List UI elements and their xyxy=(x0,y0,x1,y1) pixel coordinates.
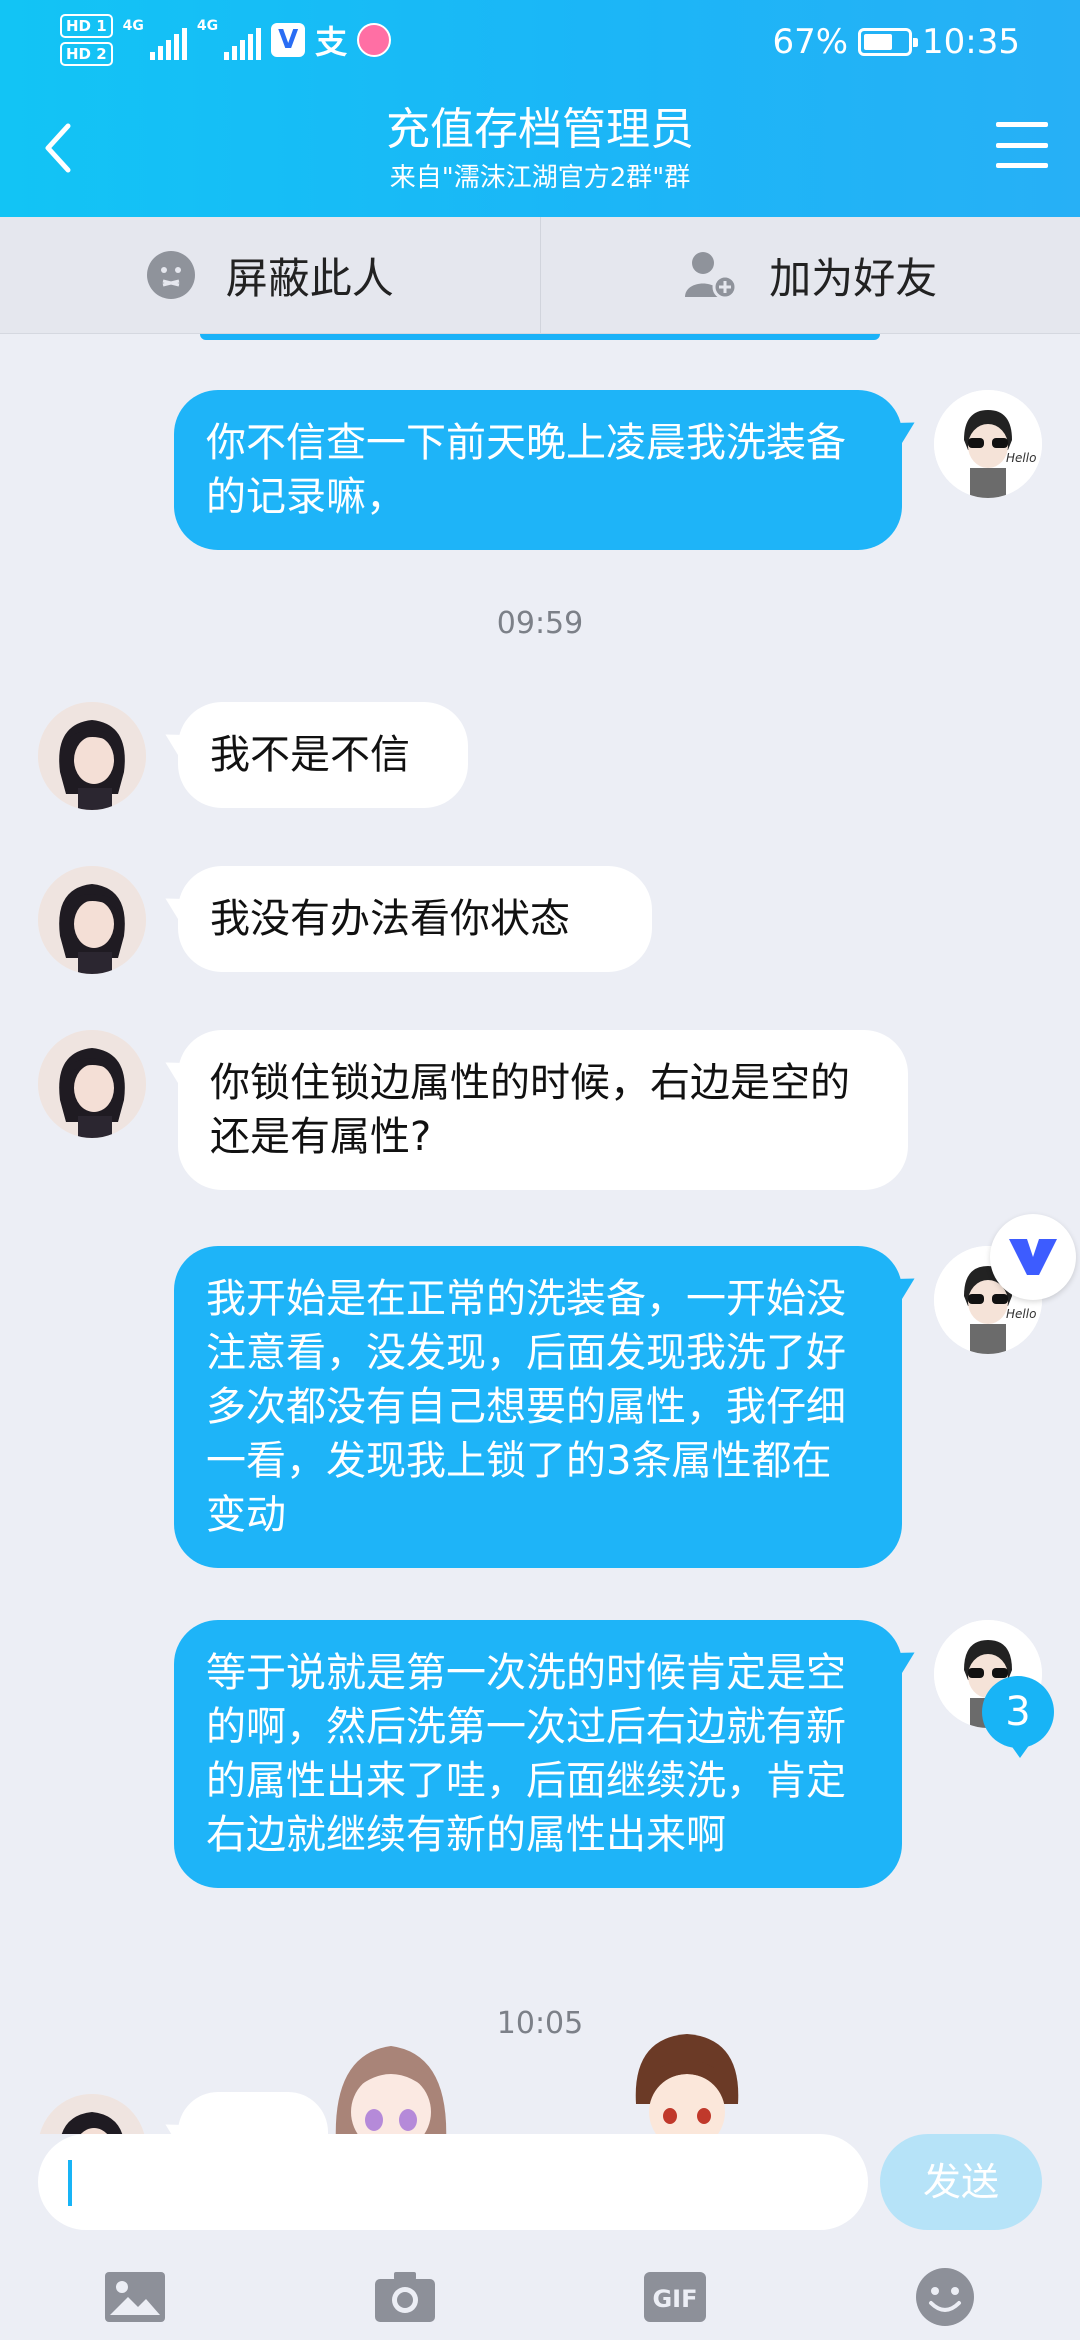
svg-text:Hello: Hello xyxy=(1006,451,1036,465)
menu-icon-line xyxy=(996,122,1048,127)
status-left: HD 1 HD 2 4G 4G V 支 xyxy=(60,12,392,68)
text-caret xyxy=(68,2160,72,2206)
message-bubble-outgoing[interactable]: 等于说就是第一次洗的时候肯定是空的啊，然后洗第一次过后右边就有新的属性出来了哇，… xyxy=(174,1620,902,1888)
message-bubble-outgoing[interactable]: 我开始是在正常的洗装备，一开始没注意看，没发现，后面发现我洗了好多次都没有自己想… xyxy=(174,1246,902,1568)
sender-avatar[interactable] xyxy=(38,702,146,810)
battery-percent: 67% xyxy=(772,22,849,62)
chat-header: HD 1 HD 2 4G 4G V 支 67% 10:35 充值存档管理员 来自… xyxy=(0,0,1080,217)
timestamp: 10:05 xyxy=(496,2006,584,2041)
toolbar: GIF xyxy=(0,2264,1080,2334)
block-user-label: 屏蔽此人 xyxy=(225,253,394,303)
image-button[interactable] xyxy=(100,2264,170,2330)
input-bar: 发送 GIF xyxy=(0,2134,1080,2340)
action-bar: 屏蔽此人 加为好友 xyxy=(0,217,1080,334)
message-bubble-incoming[interactable]: 我没有办法看你状态 xyxy=(178,866,652,972)
add-friend-button[interactable]: 加为好友 xyxy=(539,217,1080,333)
message-bubble-incoming[interactable]: 我不是不信 xyxy=(178,702,468,808)
gif-button[interactable]: GIF xyxy=(640,2264,710,2330)
sim-indicators: HD 1 HD 2 xyxy=(60,14,113,66)
battery-icon xyxy=(858,28,919,56)
clock: 10:35 xyxy=(922,22,1020,62)
send-button[interactable]: 发送 xyxy=(880,2134,1042,2230)
message-bubble-incoming-partial[interactable] xyxy=(178,2092,328,2134)
gif-icon: GIF xyxy=(644,2272,706,2322)
signal-icon-2 xyxy=(224,20,262,60)
floating-assistant-button[interactable] xyxy=(990,1214,1076,1300)
message-input[interactable] xyxy=(80,2134,844,2232)
page-title: 充值存档管理员 xyxy=(386,104,694,155)
svg-text:Hello: Hello xyxy=(1006,1307,1036,1321)
sender-avatar[interactable] xyxy=(38,2094,146,2134)
page-subtitle: 来自"濡沫江湖官方2群"群 xyxy=(389,163,691,193)
message-bubble-incoming[interactable]: 你锁住锁边属性的时候，右边是空的还是有属性? xyxy=(178,1030,908,1190)
sim1-badge: HD 1 xyxy=(60,14,113,38)
anime-boy-sticker-icon xyxy=(635,2034,739,2134)
add-friend-icon xyxy=(685,252,738,300)
avatar-girl-icon xyxy=(38,866,146,974)
smiley-icon xyxy=(916,2268,974,2326)
network-type-2: 4G xyxy=(196,18,219,34)
alipay-icon: 支 xyxy=(315,23,348,61)
menu-icon-line xyxy=(996,142,1048,148)
camera-button[interactable] xyxy=(370,2264,440,2330)
previous-message-edge xyxy=(200,334,880,340)
sender-avatar[interactable] xyxy=(38,1030,146,1138)
block-icon xyxy=(146,251,195,299)
signal-icon-1 xyxy=(149,20,187,60)
sender-avatar[interactable] xyxy=(38,866,146,974)
app-notification-icon xyxy=(357,23,392,57)
add-friend-label: 加为好友 xyxy=(769,253,938,303)
avatar-girl-icon xyxy=(38,1030,146,1138)
status-right: 67% 10:35 xyxy=(772,14,1020,70)
title-block: 充值存档管理员 来自"濡沫江湖官方2群"群 xyxy=(0,100,1080,196)
menu-button[interactable] xyxy=(996,122,1048,168)
menu-icon-line xyxy=(996,163,1048,168)
avatar-girl-icon xyxy=(38,702,146,810)
message-bubble-outgoing[interactable]: 你不信查一下前天晚上凌晨我洗装备的记录嘛， xyxy=(174,390,902,550)
avatar-sunglasses-icon: Hello xyxy=(934,390,1042,498)
v-logo-icon xyxy=(1009,1239,1057,1275)
avatar-girl-icon xyxy=(38,2094,146,2134)
chat-area[interactable]: 你不信查一下前天晚上凌晨我洗装备的记录嘛， Hello 09:59 我不是不信 xyxy=(0,334,1080,2134)
block-user-button[interactable]: 屏蔽此人 xyxy=(0,217,540,333)
gif-label: GIF xyxy=(652,2285,697,2313)
status-bar: HD 1 HD 2 4G 4G V 支 67% 10:35 xyxy=(0,0,1080,80)
vpn-app-icon: V xyxy=(271,23,306,57)
sim2-badge: HD 2 xyxy=(60,42,113,66)
timestamp: 09:59 xyxy=(496,606,584,641)
network-type-1: 4G xyxy=(122,18,144,34)
battery-fill xyxy=(864,34,893,50)
message-input-container[interactable] xyxy=(38,2134,868,2232)
image-icon xyxy=(105,2272,165,2322)
unread-count-badge[interactable]: 3 xyxy=(982,1676,1054,1758)
anime-girl-sticker-icon xyxy=(335,2046,447,2134)
self-avatar[interactable]: Hello xyxy=(934,390,1042,498)
emoji-button[interactable] xyxy=(910,2264,980,2330)
camera-icon xyxy=(375,2272,435,2322)
